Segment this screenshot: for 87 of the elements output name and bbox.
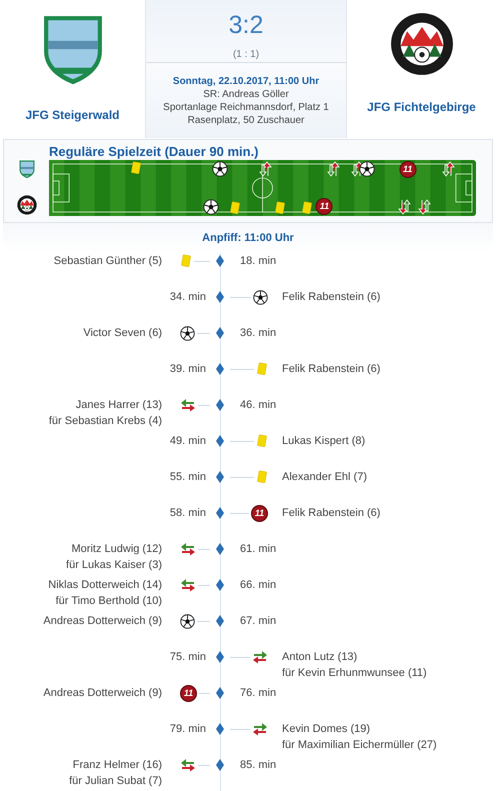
swap-arrows-icon xyxy=(180,542,196,556)
substituted-player: für Julian Subat (7) xyxy=(69,774,162,789)
event-minute: 34. min xyxy=(170,290,207,305)
referee-text: SR: Andreas Göller xyxy=(203,88,289,101)
round-logo-icon xyxy=(16,195,36,216)
timeline-diamond-icon xyxy=(216,327,224,339)
event-minute: 61. min xyxy=(239,542,276,557)
event-minute: 39. min xyxy=(170,362,207,377)
player-name: Anton Lutz (13) xyxy=(282,650,358,665)
timeline-diamond-icon xyxy=(216,543,224,555)
away-team-name[interactable]: JFG Fichtelgebirge xyxy=(367,98,476,116)
substituted-player: für Sebastian Krebs (4) xyxy=(48,414,162,429)
player-name: Andreas Dotterweich (9) xyxy=(43,614,162,629)
player-name: Andreas Dotterweich (9) xyxy=(43,686,162,701)
player-name: Felik Rabenstein (6) xyxy=(282,362,380,377)
timeline-diamond-icon xyxy=(216,687,224,699)
event-minute: 46. min xyxy=(239,398,276,413)
card-icon xyxy=(180,254,192,268)
timeline-diamond-icon xyxy=(216,723,224,735)
substituted-player: für Lukas Kaiser (3) xyxy=(66,558,162,573)
ball-icon xyxy=(203,199,220,215)
timeline-diamond-icon xyxy=(216,471,224,483)
timeline-diamond-icon xyxy=(216,435,224,447)
shield-logo-icon xyxy=(18,160,34,178)
swap-arrows-icon xyxy=(180,578,196,592)
timeline-diamond-icon xyxy=(216,759,224,771)
player-name: Janes Harrer (13) xyxy=(76,398,162,413)
ground-text: Rasenplatz, 50 Zuschauer xyxy=(188,114,304,127)
swap-arrows-icon xyxy=(180,398,196,412)
timeline-diamond-icon xyxy=(216,651,224,663)
event-minute: 76. min xyxy=(239,686,276,701)
swap-arrows-icon xyxy=(180,758,196,772)
timeline-diamond-icon xyxy=(216,291,224,303)
round-logo-icon xyxy=(390,12,454,76)
ball-icon xyxy=(180,614,195,628)
final-score: 3:2 xyxy=(228,13,264,38)
card-icon xyxy=(256,470,268,484)
swap-arrows-icon xyxy=(252,650,268,664)
event-minute: 58. min xyxy=(170,506,207,521)
card-icon xyxy=(274,200,286,215)
player-name: Sebastian Günther (5) xyxy=(54,254,162,269)
venue-text: Sportanlage Reichmannsdorf, Platz 1 xyxy=(163,101,329,114)
substituted-player: für Maximilian Eichermüller (27) xyxy=(282,738,437,753)
player-name: Felik Rabenstein (6) xyxy=(282,506,380,521)
timeline-diamond-icon xyxy=(216,579,224,591)
swap-arrows-icon xyxy=(252,722,268,736)
timeline-diamond-icon xyxy=(216,507,224,519)
card-icon xyxy=(228,200,241,215)
substituted-player: für Kevin Erhunmwunsee (11) xyxy=(282,666,427,681)
event-minute: 67. min xyxy=(239,614,276,629)
player-name: Moritz Ludwig (12) xyxy=(72,542,162,557)
card-icon xyxy=(256,434,268,448)
timeline-diamond-icon xyxy=(216,615,224,627)
player-name: Franz Helmer (16) xyxy=(72,758,162,773)
timeline-diamond-icon xyxy=(216,399,224,411)
halftime-score: (1 : 1) xyxy=(232,48,260,62)
timeline-diamond-icon xyxy=(216,363,224,375)
player-name: Niklas Dotterweich (14) xyxy=(48,578,162,593)
card-icon xyxy=(301,200,314,215)
shield-logo-icon xyxy=(42,14,104,86)
event-minute: 36. min xyxy=(239,326,276,341)
substituted-player: für Timo Berthold (10) xyxy=(56,594,162,609)
kickoff-time: Anpfiff: 11:00 Uhr xyxy=(202,230,294,246)
event-minute: 55. min xyxy=(170,470,207,485)
penalty-marker: 11 xyxy=(180,684,197,702)
event-minute: 66. min xyxy=(239,578,276,593)
card-icon xyxy=(130,161,142,176)
event-minute: 75. min xyxy=(170,650,207,665)
event-minute: 18. min xyxy=(239,254,276,269)
penalty-marker: 11 xyxy=(251,504,268,522)
card-icon xyxy=(256,362,268,376)
player-name: Alexander Ehl (7) xyxy=(282,470,367,485)
ball-icon xyxy=(253,290,268,304)
player-name: Kevin Domes (19) xyxy=(282,722,370,737)
match-date: Sonntag, 22.10.2017, 11:00 Uhr xyxy=(172,75,320,88)
event-minute: 49. min xyxy=(170,434,207,449)
player-name: Felik Rabenstein (6) xyxy=(282,290,380,305)
event-minute: 85. min xyxy=(239,758,276,773)
timeline-diamond-icon xyxy=(216,255,224,267)
ball-icon xyxy=(359,161,376,177)
ball-icon xyxy=(212,161,228,177)
home-team-name[interactable]: JFG Steigerwald xyxy=(25,106,120,124)
ball-icon xyxy=(180,326,195,340)
player-name: Victor Seven (6) xyxy=(83,326,162,341)
player-name: Lukas Kispert (8) xyxy=(282,434,366,449)
event-minute: 79. min xyxy=(170,722,207,737)
timeline-title: Reguläre Spielzeit (Dauer 90 min.) xyxy=(49,144,260,159)
